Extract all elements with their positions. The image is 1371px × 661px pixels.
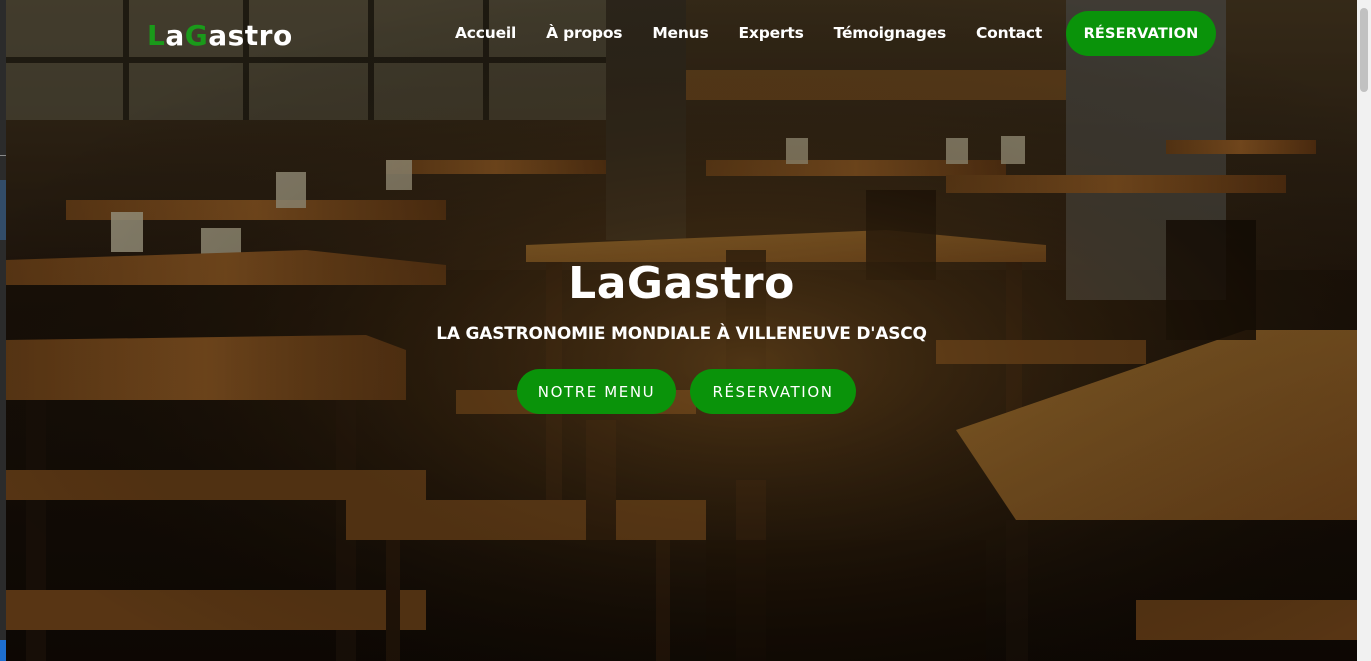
logo-letters-astro: astro bbox=[208, 19, 293, 52]
hero-title: LaGastro bbox=[568, 258, 795, 309]
window-left-edge bbox=[0, 0, 6, 661]
notre-menu-button[interactable]: NOTRE MENU bbox=[517, 369, 676, 414]
page-scrollbar[interactable] bbox=[1357, 0, 1371, 661]
nav-item-temoignages[interactable]: Témoignages bbox=[834, 22, 947, 44]
hero-subtitle: LA GASTRONOMIE MONDIALE À VILLENEUVE D'A… bbox=[436, 324, 927, 344]
logo-letter-l: L bbox=[147, 19, 166, 52]
logo-letter-a: a bbox=[165, 19, 185, 52]
logo-letter-g: G bbox=[184, 19, 209, 52]
nav-item-a-propos[interactable]: À propos bbox=[546, 22, 622, 44]
nav-item-contact[interactable]: Contact bbox=[976, 22, 1042, 44]
top-navigation-bar: LaGastro Accueil À propos Menus Experts … bbox=[6, 0, 1357, 68]
hero-reservation-button[interactable]: RÉSERVATION bbox=[690, 369, 856, 414]
nav-item-menus[interactable]: Menus bbox=[652, 22, 708, 44]
nav-reservation-button[interactable]: RÉSERVATION bbox=[1066, 11, 1216, 56]
nav-item-experts[interactable]: Experts bbox=[739, 22, 804, 44]
scrollbar-thumb[interactable] bbox=[1360, 8, 1368, 92]
nav-item-accueil[interactable]: Accueil bbox=[455, 22, 516, 44]
main-nav: Accueil À propos Menus Experts Témoignag… bbox=[455, 22, 1042, 44]
browser-viewport: LaGastro Accueil À propos Menus Experts … bbox=[0, 0, 1371, 661]
site-logo[interactable]: LaGastro bbox=[147, 16, 293, 56]
